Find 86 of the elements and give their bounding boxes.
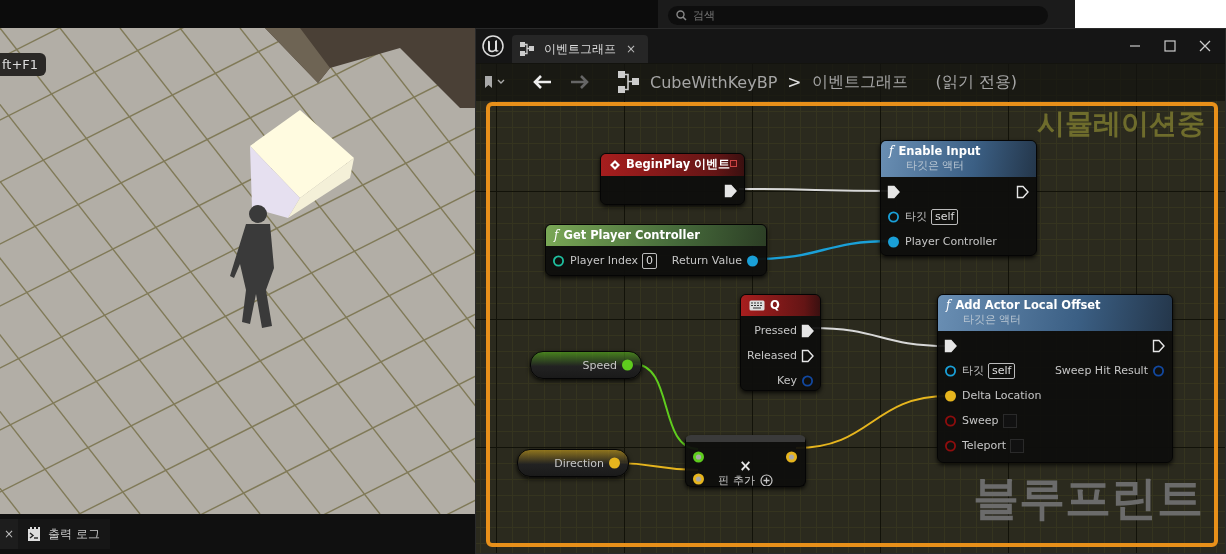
- search-icon: [676, 10, 687, 21]
- blueprint-node[interactable]: f Get Player Controller Player Index 0 Return Value: [545, 224, 767, 276]
- data-pin-icon[interactable]: [887, 209, 901, 224]
- default-value-field[interactable]: self: [988, 362, 1016, 379]
- back-arrow-icon[interactable]: [532, 74, 552, 90]
- pin-label: Released: [747, 349, 797, 362]
- add-pin-button[interactable]: 핀 추가: [718, 472, 773, 486]
- pin-label: Speed: [582, 358, 617, 372]
- node-title: Get Player Controller: [563, 228, 700, 242]
- forward-arrow-icon[interactable]: [570, 74, 590, 90]
- blueprint-overlay-text: 블루프린트: [973, 470, 1203, 527]
- node-title: Q: [770, 298, 780, 312]
- tab-label: 이벤트그래프: [544, 40, 616, 58]
- shortcut-hint: ft+F1: [0, 53, 47, 76]
- engine-logo-icon: [482, 35, 504, 57]
- variable-node[interactable]: Speed: [530, 351, 642, 379]
- close-icon[interactable]: [1199, 40, 1211, 52]
- blueprint-node[interactable]: Q Pressed Released Key: [740, 294, 821, 391]
- exec-pin-icon[interactable]: [1152, 338, 1166, 353]
- function-glyph: f: [889, 144, 894, 158]
- blueprint-node[interactable]: f Enable Input 타깃은 액터 타깃 self Player Controller: [880, 140, 1037, 256]
- function-glyph: f: [554, 228, 559, 242]
- simulating-overlay-text: 시뮬레이션중: [1037, 106, 1205, 142]
- pin-label: Teleport: [962, 439, 1006, 452]
- event-graph-tab[interactable]: 이벤트그래프 ×: [512, 35, 649, 63]
- pin-label: Player Index: [570, 254, 638, 267]
- default-value-field[interactable]: 0: [642, 252, 657, 269]
- delegate-pin-icon: [730, 160, 737, 167]
- output-log-tab[interactable]: 출력 로그: [18, 519, 110, 549]
- breadcrumb-link[interactable]: CubeWithKeyBP: [650, 72, 778, 92]
- exec-pin-icon[interactable]: [800, 323, 815, 338]
- pin-label: 타깃: [962, 363, 984, 378]
- exec-pin-icon[interactable]: [944, 338, 958, 353]
- default-value-field[interactable]: self: [931, 208, 959, 225]
- data-pin-icon[interactable]: [692, 450, 706, 464]
- exec-pin-icon[interactable]: [724, 183, 738, 198]
- tab-close-button[interactable]: ×: [626, 42, 637, 56]
- pin-label: Return Value: [671, 254, 742, 267]
- checkbox[interactable]: [1002, 413, 1017, 428]
- data-pin-icon[interactable]: [785, 450, 799, 464]
- search-field[interactable]: 검색: [668, 6, 1048, 25]
- pin-label: Delta Location: [962, 389, 1042, 402]
- pin-label: Key: [777, 374, 797, 387]
- close-button[interactable]: ×: [0, 519, 18, 549]
- search-placeholder: 검색: [693, 8, 715, 23]
- data-pin-icon[interactable]: [887, 234, 901, 249]
- data-pin-icon[interactable]: [944, 388, 958, 403]
- graph-icon: [618, 71, 640, 93]
- data-pin-icon[interactable]: [608, 456, 622, 470]
- data-pin-icon[interactable]: [621, 358, 635, 372]
- node-title: Add Actor Local Offset: [955, 298, 1101, 312]
- variable-node[interactable]: Direction: [517, 449, 629, 477]
- pin-label: 타깃: [905, 209, 927, 224]
- bookmark-icon[interactable]: [484, 75, 506, 89]
- pin-label: Direction: [554, 456, 604, 470]
- exec-pin-icon[interactable]: [1016, 184, 1030, 199]
- read-only-label: (읽기 전용): [935, 71, 1018, 93]
- exec-pin-icon[interactable]: [800, 348, 815, 363]
- node-title: Enable Input: [898, 144, 981, 158]
- pin-label: Player Controller: [905, 235, 997, 248]
- blueprint-node[interactable]: f Add Actor Local Offset 타깃은 액터 타깃 self Delta Location Sweep Teleport Sweep Hit Result: [937, 294, 1173, 463]
- blueprint-node[interactable]: BeginPlay 이벤트: [600, 153, 745, 205]
- pin-label: Sweep Hit Result: [1054, 364, 1148, 377]
- data-pin-icon[interactable]: [944, 363, 958, 378]
- multiply-symbol: ×: [739, 458, 752, 473]
- graph-icon: [520, 42, 534, 56]
- node-title: BeginPlay 이벤트: [626, 157, 731, 172]
- keyboard-icon: [749, 299, 765, 311]
- exec-pin-icon[interactable]: [887, 184, 901, 199]
- checkbox[interactable]: [1010, 438, 1024, 453]
- node-subtitle: 타깃은 액터: [962, 312, 1023, 327]
- event-diamond-icon: [609, 158, 621, 171]
- level-viewport[interactable]: ft+F1: [0, 28, 476, 514]
- node-subtitle: 타깃은 액터: [905, 158, 966, 173]
- plus-icon: [759, 473, 773, 486]
- maximize-icon[interactable]: [1164, 40, 1176, 52]
- multiply-node[interactable]: × 핀 추가: [685, 435, 806, 487]
- pin-label: Pressed: [754, 324, 797, 337]
- pin-label: Sweep: [962, 414, 999, 427]
- log-icon: [28, 527, 40, 541]
- breadcrumb-link[interactable]: 이벤트그래프: [811, 71, 908, 93]
- breadcrumb-separator: >: [787, 72, 802, 92]
- function-glyph: f: [946, 298, 951, 312]
- data-pin-icon[interactable]: [552, 253, 566, 268]
- data-pin-icon[interactable]: [692, 472, 706, 486]
- data-pin-icon[interactable]: [746, 253, 760, 268]
